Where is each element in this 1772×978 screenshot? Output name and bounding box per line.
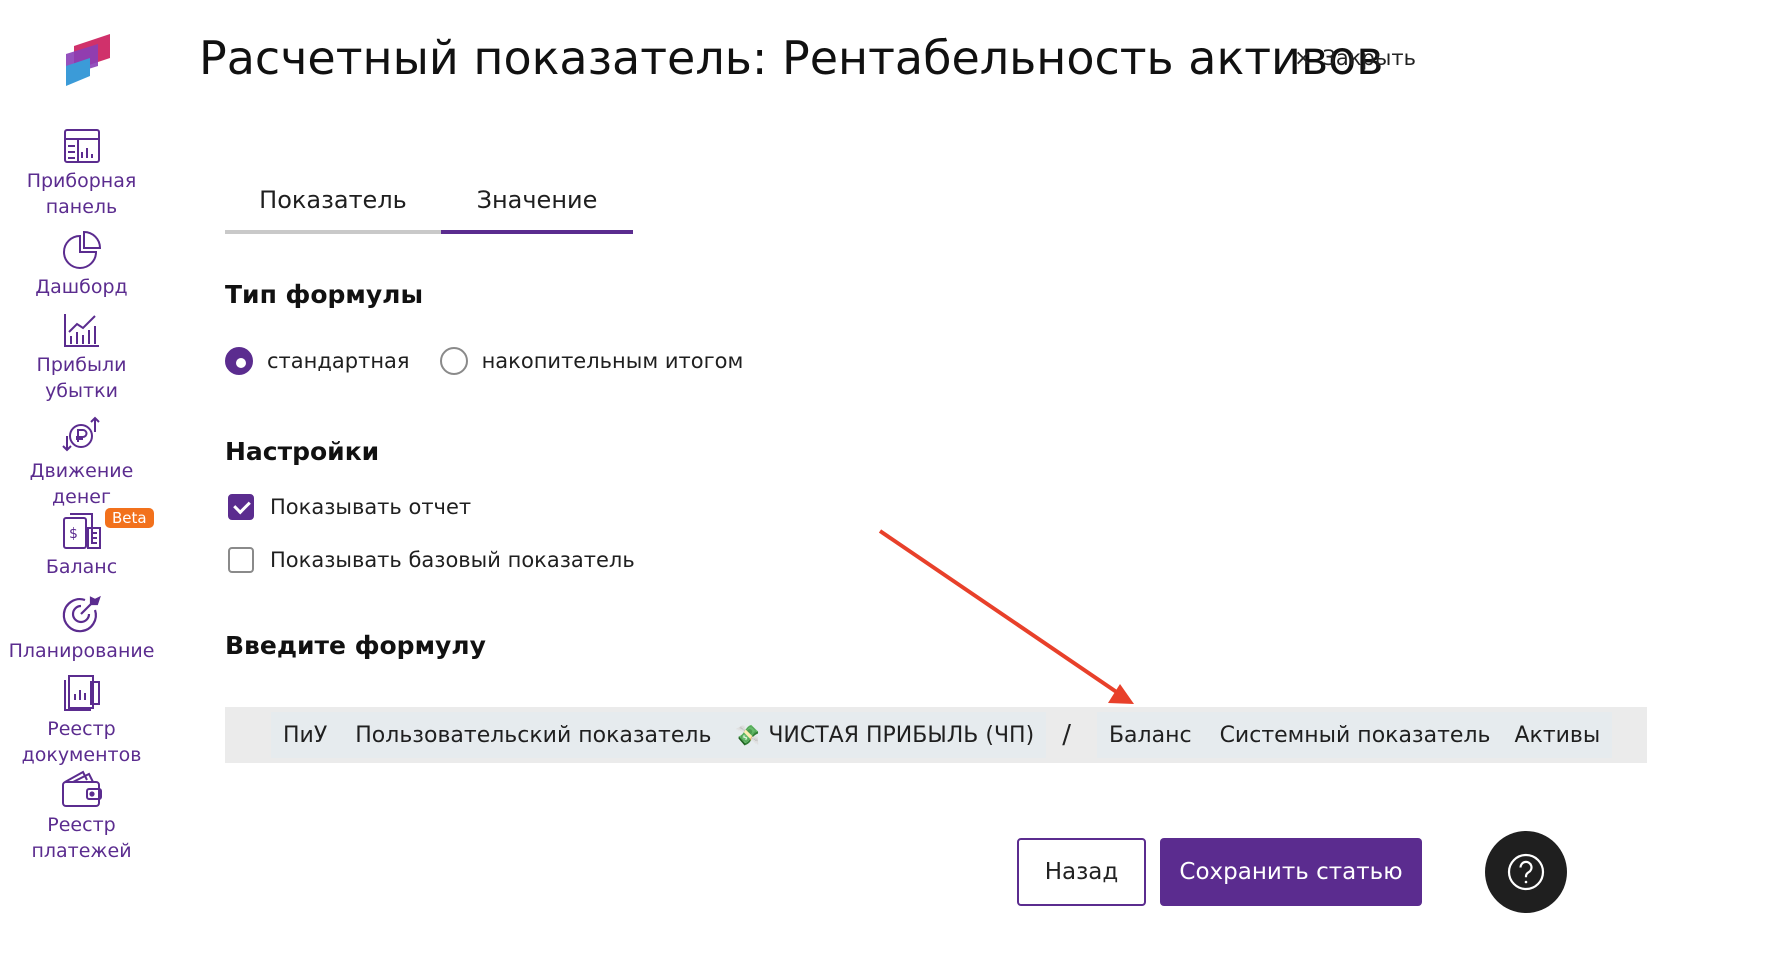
formula-type-heading: Тип формулы <box>225 280 424 309</box>
sidebar-item-payments[interactable]: Реестр платежей <box>0 770 163 864</box>
radio-cumulative-label[interactable]: накопительным итогом <box>482 349 744 373</box>
show-base-checkbox[interactable] <box>228 547 254 573</box>
show-report-checkbox[interactable] <box>228 494 254 520</box>
dashboard-panel-icon <box>63 129 100 163</box>
back-button[interactable]: Назад <box>1017 838 1146 906</box>
formula-input[interactable]: ПиУ Пользовательский показатель 💸 ЧИСТАЯ… <box>225 707 1647 763</box>
sidebar-item-label: Дашборд <box>35 276 128 298</box>
beta-badge: Beta <box>105 508 154 528</box>
sidebar-item-dashboard[interactable]: Дашборд <box>0 230 163 300</box>
token-category: ПиУ <box>283 722 328 748</box>
close-icon: × <box>1294 46 1313 71</box>
radio-standard[interactable] <box>225 347 253 375</box>
formula-token-net-profit[interactable]: ПиУ Пользовательский показатель <box>271 712 724 758</box>
page-title: Расчетный показатель: Рентабельность акт… <box>199 31 1384 85</box>
target-icon <box>62 595 101 633</box>
svg-text:$: $ <box>69 526 78 542</box>
radio-cumulative[interactable] <box>439 347 468 375</box>
token-name: Активы <box>1514 722 1601 748</box>
wallet-icon <box>61 770 102 807</box>
sidebar-item-balance[interactable]: $ Beta Баланс <box>0 508 163 580</box>
sidebar-item-cash-flow[interactable]: Движение денег <box>0 414 163 510</box>
token-name: ЧИСТАЯ ПРИБЫЛЬ (ЧП) <box>768 722 1035 748</box>
close-button[interactable]: × Закрыть <box>1294 44 1416 73</box>
save-button[interactable]: Сохранить статью <box>1160 838 1422 906</box>
token-type: Пользовательский показатель <box>355 722 712 748</box>
formula-token-assets-name[interactable]: Активы <box>1502 712 1613 758</box>
close-label: Закрыть <box>1322 46 1416 70</box>
balance-icon: $ <box>62 513 101 549</box>
token-category: Баланс <box>1108 722 1192 748</box>
money-flow-icon <box>61 416 100 452</box>
sidebar-item-label: Прибыли убытки <box>36 354 127 402</box>
sidebar-item-label: Реестр платежей <box>31 814 132 862</box>
app-logo[interactable] <box>60 28 110 86</box>
sidebar-item-label: Реестр документов <box>21 718 142 766</box>
question-icon <box>1507 853 1545 891</box>
show-base-option: Показывать базовый показатель <box>228 547 635 573</box>
sidebar-item-dashboard-panel[interactable]: Приборная панель <box>0 128 163 220</box>
pie-chart-icon <box>62 230 101 269</box>
sidebar-item-profit-loss[interactable]: Прибыли убытки <box>0 312 163 404</box>
sidebar-item-label: Приборная панель <box>26 170 137 218</box>
formula-operator: / <box>1062 720 1071 750</box>
documents-icon <box>63 675 100 711</box>
tab-indicator[interactable]: Показатель <box>225 178 441 234</box>
money-icon: 💸 <box>735 723 761 747</box>
sidebar-item-documents[interactable]: Реестр документов <box>0 674 163 768</box>
sidebar-item-label: Движение денег <box>29 460 134 508</box>
formula-token-assets[interactable]: Баланс Системный показатель <box>1096 712 1503 758</box>
settings-heading: Настройки <box>225 437 380 466</box>
sidebar-item-label: Планирование <box>8 640 155 662</box>
radio-standard-label[interactable]: стандартная <box>267 349 410 373</box>
formula-type-radio-group: стандартная накопительным итогом <box>225 344 773 378</box>
formula-heading: Введите формулу <box>225 631 486 660</box>
show-report-option: Показывать отчет <box>228 494 471 520</box>
sidebar-item-label: Баланс <box>45 556 118 578</box>
tab-bar: Показатель Значение <box>225 178 633 234</box>
show-report-label[interactable]: Показывать отчет <box>270 495 471 519</box>
formula-token-net-profit-name[interactable]: 💸 ЧИСТАЯ ПРИБЫЛЬ (ЧП) <box>723 712 1047 758</box>
token-type: Системный показатель <box>1219 722 1491 748</box>
show-base-label[interactable]: Показывать базовый показатель <box>270 548 635 572</box>
sidebar-item-planning[interactable]: Планирование <box>0 594 163 664</box>
bar-chart-icon <box>63 314 99 347</box>
tab-value[interactable]: Значение <box>441 178 633 234</box>
help-button[interactable] <box>1485 831 1567 913</box>
annotation-arrow <box>878 529 1134 704</box>
